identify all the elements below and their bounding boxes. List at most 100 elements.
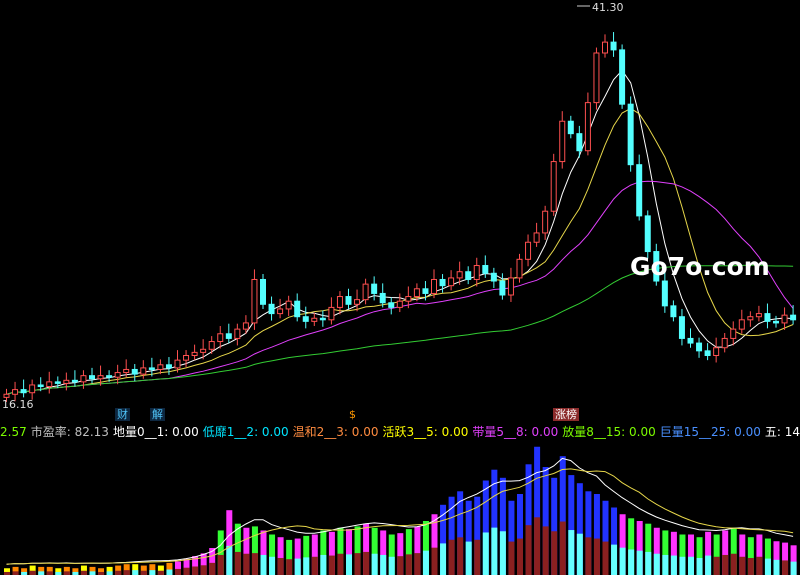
- candle-up: [114, 372, 121, 378]
- volume-bar-base: [559, 521, 566, 575]
- candle-up: [328, 306, 335, 321]
- volume-bar-base: [371, 553, 378, 575]
- candle-down: [627, 103, 634, 166]
- volume-bar-base: [346, 554, 352, 575]
- event-marker[interactable]: 解: [150, 408, 165, 421]
- indicator-item: 温和2__3: 0.00: [292, 425, 379, 439]
- volume-bar-base: [593, 538, 600, 575]
- event-marker[interactable]: 财: [115, 408, 130, 421]
- candle-up: [46, 381, 53, 388]
- volume-bar-base: [234, 551, 241, 575]
- candle-down: [260, 278, 266, 305]
- candle-down: [773, 320, 779, 324]
- candle-up: [234, 328, 241, 339]
- volume-bar-base: [260, 554, 267, 575]
- volume-bar-base: [115, 570, 122, 575]
- candle-up: [755, 313, 762, 318]
- candle-down: [439, 278, 446, 287]
- volume-bar-base: [123, 570, 130, 575]
- volume-bar-base: [63, 571, 70, 575]
- candle-up: [721, 337, 728, 349]
- candle-down: [764, 313, 771, 322]
- candle-up: [448, 277, 455, 287]
- volume-bar-base: [508, 541, 515, 575]
- candle-down: [379, 292, 386, 304]
- indicator-item: 放量8__15: 0.00: [562, 425, 656, 439]
- volume-bar-base: [773, 559, 780, 575]
- watermark: Go7o.com: [630, 252, 770, 281]
- ma-20-line: [6, 180, 794, 395]
- volume-bar-base: [739, 556, 746, 575]
- candle-down: [610, 41, 617, 51]
- candle-up: [713, 347, 720, 356]
- volume-bar-base: [209, 562, 216, 575]
- candle-up: [431, 278, 437, 294]
- volume-bar-base: [482, 532, 489, 575]
- kline-chart[interactable]: [0, 0, 800, 575]
- candle-down: [37, 384, 44, 388]
- candle-down: [482, 265, 489, 274]
- candle-up: [242, 322, 249, 330]
- event-marker[interactable]: 涨榜: [553, 408, 579, 421]
- candle-down: [619, 49, 626, 105]
- candle-down: [148, 367, 155, 370]
- indicator-item: 五: 145995.: [764, 425, 800, 439]
- candle-up: [63, 379, 70, 384]
- volume-bar-base: [217, 554, 224, 575]
- candle-up: [738, 319, 745, 330]
- candle-up: [730, 328, 737, 339]
- volume-bar-base: [747, 557, 754, 575]
- candle-up: [97, 375, 104, 380]
- candle-down: [790, 314, 797, 321]
- volume-bar-base: [653, 553, 660, 575]
- candle-up: [507, 277, 514, 296]
- volume-bar-base: [149, 570, 156, 575]
- volume-bar-base: [405, 554, 412, 575]
- candle-up: [362, 283, 369, 301]
- volume-bar-base: [175, 568, 181, 575]
- candle-up: [542, 210, 549, 234]
- volume-bar-base: [534, 517, 541, 575]
- volume-bar-base: [311, 556, 318, 575]
- volume-bar-base: [448, 539, 455, 575]
- price-low-label: 16.16: [2, 398, 34, 411]
- volume-bar-base: [465, 541, 472, 575]
- indicator-item: 2.57: [0, 425, 27, 439]
- candle-down: [106, 375, 113, 378]
- volume-bar-base: [46, 571, 53, 575]
- candle-up: [123, 368, 130, 374]
- candle-down: [670, 305, 677, 318]
- volume-bar-base: [611, 544, 618, 575]
- volume-bar-base: [688, 556, 694, 575]
- candle-down: [71, 379, 78, 383]
- volume-bar-base: [628, 549, 635, 575]
- volume-bar-base: [140, 570, 147, 575]
- candle-down: [165, 364, 172, 369]
- volume-bar-base: [29, 570, 36, 575]
- candle-up: [533, 232, 540, 243]
- volume-bar-base: [251, 553, 258, 575]
- volume-bar-base: [89, 571, 96, 575]
- volume-bar-base: [303, 557, 310, 575]
- event-marker[interactable]: $: [347, 408, 358, 421]
- candle-down: [644, 215, 651, 253]
- volume-bar-base: [106, 571, 113, 575]
- candle-up: [217, 333, 224, 343]
- volume-bar-base: [756, 556, 763, 575]
- volume-bar-base: [551, 531, 558, 575]
- volume-bar-base: [226, 545, 233, 575]
- candle-down: [225, 333, 232, 339]
- candle-up: [140, 367, 147, 375]
- volume-bar-base: [696, 557, 703, 575]
- volume-bar-base: [440, 543, 447, 575]
- candle-up: [550, 161, 557, 212]
- candle-up: [157, 364, 164, 370]
- candle-up: [3, 393, 10, 398]
- volume-bar-base: [192, 566, 199, 575]
- volume-bar-base: [422, 550, 429, 575]
- candle-up: [251, 278, 258, 324]
- indicator-item: 巨量15__25: 0.00: [659, 425, 761, 439]
- candle-down: [388, 302, 395, 308]
- candle-up: [405, 296, 412, 302]
- candle-up: [781, 314, 788, 324]
